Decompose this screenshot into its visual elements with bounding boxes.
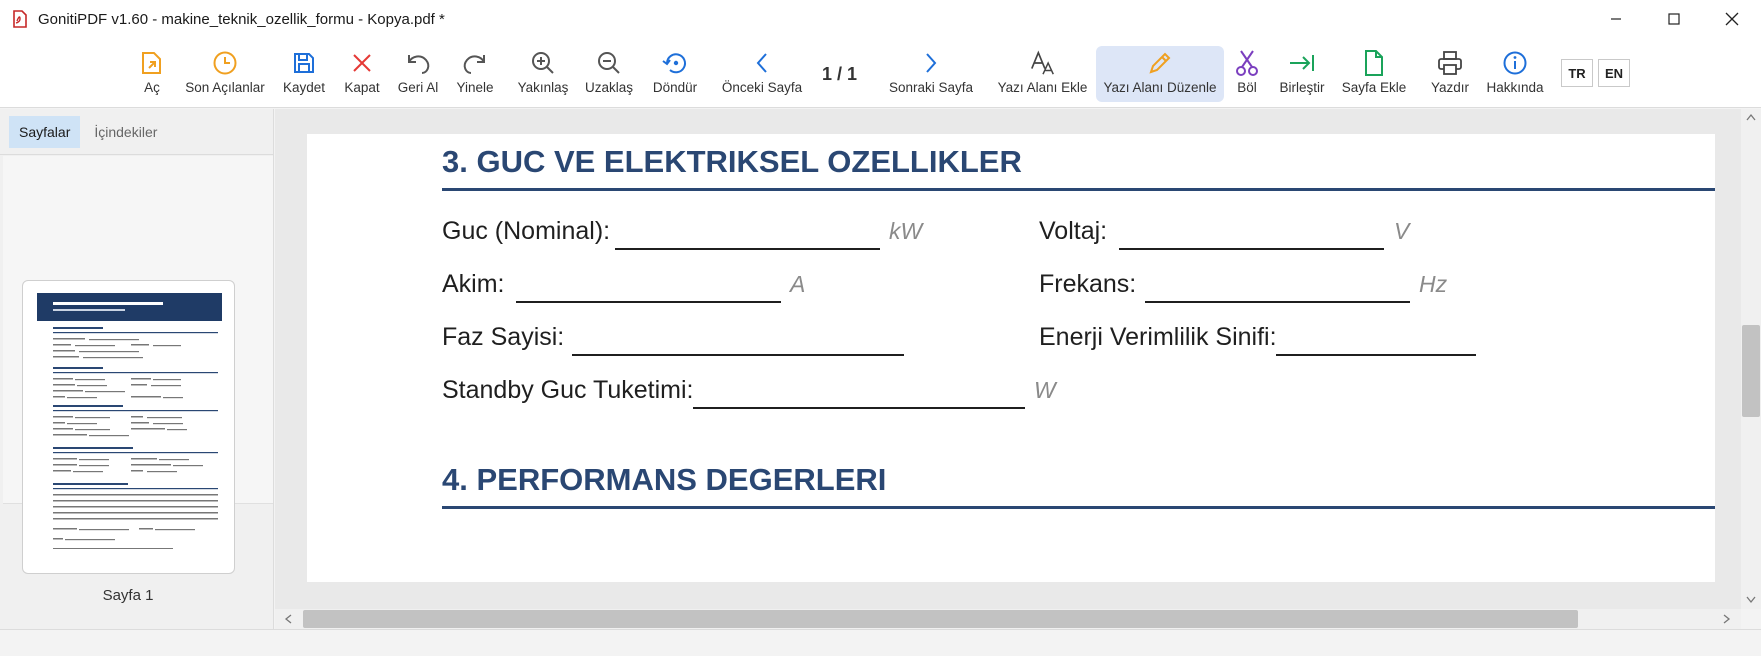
add-text-field-button[interactable]: Yazı Alanı Ekle [995, 46, 1090, 102]
sidebar: Sayfalar İçindekiler Sayfa 1 [0, 109, 274, 629]
unit-frequency: Hz [1419, 271, 1448, 297]
pdf-page: 3. GUC VE ELEKTRIKSEL OZELLIKLER Guc (No… [307, 134, 1715, 582]
section-3-title: 3. GUC VE ELEKTRIKSEL OZELLIKLER [442, 144, 1022, 179]
field-input-frequency[interactable] [1145, 301, 1410, 303]
app-logo-icon [12, 10, 28, 28]
scroll-right-icon[interactable] [1723, 614, 1731, 624]
unit-power: kW [889, 218, 923, 244]
unit-voltage: V [1394, 218, 1410, 244]
about-button[interactable]: Hakkında [1484, 46, 1546, 102]
language-tr-button[interactable]: TR [1561, 59, 1593, 87]
rotate-button[interactable]: Döndür [648, 46, 702, 102]
page-thumbnail[interactable] [22, 280, 235, 574]
field-input-power[interactable] [615, 248, 880, 250]
minimize-icon [1611, 18, 1621, 20]
section-3-rule [442, 188, 1715, 191]
chevron-right-icon [917, 48, 945, 78]
pencil-icon [1146, 48, 1174, 78]
field-label-phase: Faz Sayisi: [442, 323, 565, 351]
field-input-phase[interactable] [572, 354, 904, 356]
document-viewer[interactable]: 3. GUC VE ELEKTRIKSEL OZELLIKLER Guc (No… [275, 109, 1741, 609]
field-label-frequency: Frekans: [1039, 270, 1137, 298]
text-size-icon [1029, 48, 1057, 78]
undo-button[interactable]: Geri Al [394, 46, 442, 102]
close-icon [1725, 12, 1739, 26]
field-input-standby[interactable] [693, 407, 1025, 409]
folder-open-icon [138, 48, 166, 78]
minimize-button[interactable] [1587, 0, 1645, 38]
zoom-out-button[interactable]: Uzaklaş [582, 46, 636, 102]
scissors-icon [1233, 48, 1261, 78]
title-bar: GonitiPDF v1.60 - makine_teknik_ozellik_… [0, 0, 1761, 38]
redo-icon [461, 48, 489, 78]
chevron-left-icon [748, 48, 776, 78]
tab-contents[interactable]: İçindekiler [84, 116, 167, 148]
info-icon [1501, 48, 1529, 78]
tab-pages[interactable]: Sayfalar [9, 115, 81, 148]
maximize-button[interactable] [1645, 0, 1703, 38]
close-window-button[interactable] [1703, 0, 1761, 38]
next-page-button[interactable]: Sonraki Sayfa [886, 46, 976, 102]
rotate-icon [661, 48, 689, 78]
recent-files-button[interactable]: Son Açılanlar [180, 46, 270, 102]
close-x-icon [348, 48, 376, 78]
field-input-current[interactable] [516, 301, 781, 303]
prev-page-button[interactable]: Önceki Sayfa [720, 46, 804, 102]
main-toolbar: Aç Son Açılanlar Kaydet Kapat Geri Al Yi… [0, 38, 1761, 108]
merge-button[interactable]: Birleştir [1276, 46, 1328, 102]
maximize-icon [1668, 13, 1680, 25]
field-label-current: Akim: [442, 270, 505, 298]
add-page-button[interactable]: Sayfa Ekle [1341, 46, 1407, 102]
window-title: GonitiPDF v1.60 - makine_teknik_ozellik_… [38, 10, 445, 28]
undo-icon [404, 48, 432, 78]
sidebar-tabs: Sayfalar İçindekiler [0, 109, 273, 155]
unit-current: A [790, 271, 806, 297]
scroll-left-icon[interactable] [284, 614, 292, 624]
field-label-energy-class: Enerji Verimlilik Sinifi: [1039, 323, 1277, 351]
section-4-rule [442, 506, 1715, 509]
vertical-scroll-thumb[interactable] [1742, 325, 1760, 417]
status-bar [0, 629, 1761, 656]
field-label-power: Guc (Nominal): [442, 217, 611, 245]
zoom-in-icon [529, 48, 557, 78]
unit-standby: W [1034, 377, 1056, 403]
open-button[interactable]: Aç [136, 46, 168, 102]
horizontal-scroll-thumb[interactable] [303, 610, 1578, 628]
scroll-up-icon[interactable] [1746, 113, 1756, 121]
zoom-in-button[interactable]: Yakınlaş [515, 46, 571, 102]
thumbnail-preview [31, 287, 228, 569]
scroll-down-icon[interactable] [1746, 596, 1756, 604]
field-input-voltage[interactable] [1119, 248, 1384, 250]
zoom-out-icon [595, 48, 623, 78]
edit-text-field-button[interactable]: Yazı Alanı Düzenle [1096, 46, 1224, 102]
page-indicator: 1 / 1 [822, 64, 858, 84]
field-input-energy-class[interactable] [1276, 354, 1476, 356]
language-en-button[interactable]: EN [1598, 59, 1630, 87]
field-label-voltage: Voltaj: [1039, 217, 1108, 245]
clock-icon [211, 48, 239, 78]
print-button[interactable]: Yazdır [1429, 46, 1471, 102]
section-4-title: 4. PERFORMANS DEGERLERI [442, 462, 887, 497]
redo-button[interactable]: Yinele [452, 46, 498, 102]
save-button[interactable]: Kaydet [279, 46, 329, 102]
split-button[interactable]: Böl [1232, 46, 1262, 102]
printer-icon [1436, 48, 1464, 78]
thumbnail-graphic [37, 293, 222, 549]
merge-arrow-icon [1288, 48, 1316, 78]
save-icon [290, 48, 318, 78]
thumbnail-label: Sayfa 1 [102, 587, 154, 604]
field-label-standby: Standby Guc Tuketimi: [442, 376, 694, 404]
page-add-icon [1360, 48, 1388, 78]
close-file-button[interactable]: Kapat [341, 46, 383, 102]
